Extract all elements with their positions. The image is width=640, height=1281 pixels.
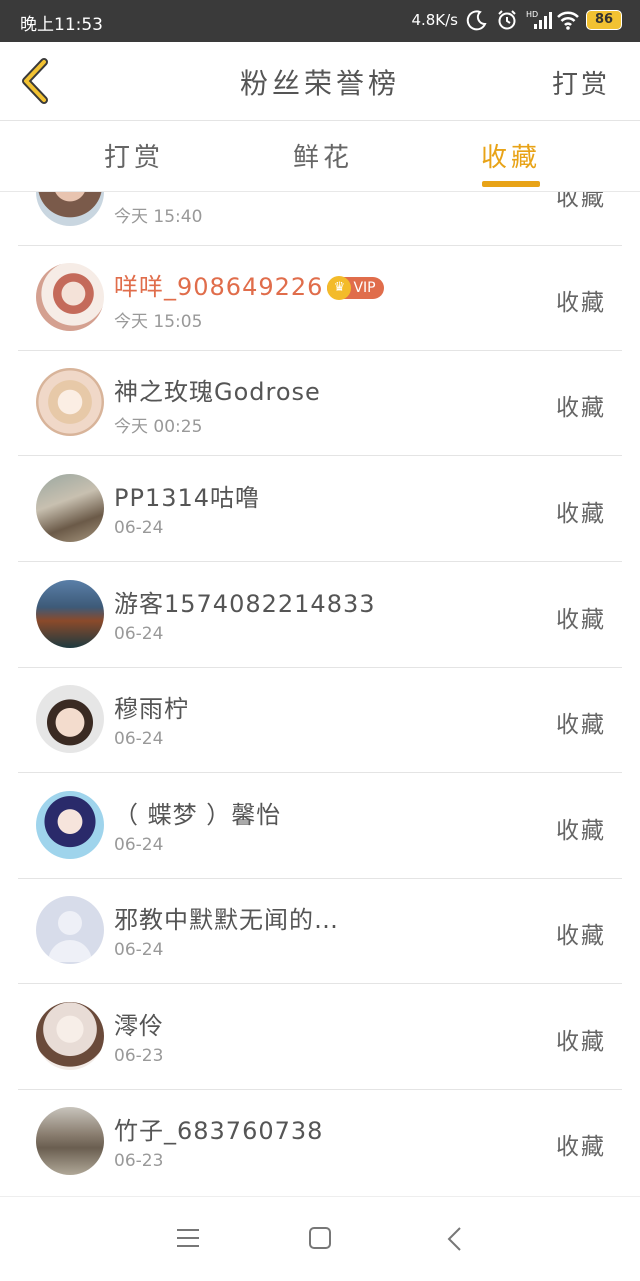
list-item[interactable]: 神之玫瑰Godrose 今天 00:25 收藏 [18,350,622,456]
item-date: 06-24 [114,835,164,855]
list-item[interactable]: （ 蝶梦 ）馨怡 06-24 收藏 [18,773,622,879]
avatar[interactable] [36,474,104,542]
item-action: 收藏 [556,290,606,316]
item-action: 收藏 [556,712,606,738]
avatar[interactable] [36,580,104,648]
user-name: 咩咩_908649226 ♛ VIP [114,267,384,302]
battery-icon: 86 [586,10,622,30]
fan-list: 今天 15:40 收藏 咩咩_908649226 ♛ VIP 今天 15:05 收藏… [0,192,640,1194]
avatar[interactable] [36,192,104,226]
user-name: PP1314咕噜 [114,484,261,512]
alarm-icon [496,9,518,31]
active-tab-indicator [482,181,540,187]
list-item[interactable]: PP1314咕噜 06-24 收藏 [18,456,622,562]
svg-text:HD: HD [526,10,538,19]
avatar[interactable] [36,1107,104,1175]
system-nav-bar [0,1196,640,1281]
list-item[interactable]: 穆雨柠 06-24 收藏 [18,667,622,773]
user-name: 穆雨柠 [114,695,189,723]
item-action: 收藏 [556,607,606,633]
status-time: 晚上11:53 [20,15,103,35]
item-date: 06-24 [114,624,164,644]
user-name: 游客1574082214833 [114,590,376,618]
menu-icon[interactable] [176,1227,200,1249]
user-name: 竹子_683760738 [114,1117,324,1145]
item-date: 06-24 [114,729,164,749]
wifi-icon [556,9,579,31]
tip-button[interactable]: 打赏 [552,64,610,101]
item-date: 06-23 [114,1046,164,1066]
crown-icon: ♛ [327,276,352,300]
item-date: 06-24 [114,940,164,960]
tab-favorites[interactable]: 收藏 [481,137,541,174]
tab-bar: 打赏 鲜花 收藏 [0,121,640,192]
item-action: 收藏 [556,818,606,844]
moon-icon [466,9,488,31]
item-date: 今天 00:25 [114,417,203,437]
list-item[interactable]: 邪教中默默无闻的… 06-24 收藏 [18,878,622,984]
user-name: 神之玫瑰Godrose [114,378,321,406]
page-title: 粉丝荣誉榜 [239,67,400,100]
app-header: 粉丝荣誉榜 打赏 [0,42,640,121]
item-action: 收藏 [556,192,606,211]
item-date: 06-23 [114,1151,164,1171]
list-item[interactable]: 澪伶 06-23 收藏 [18,984,622,1090]
user-name: 澪伶 [114,1012,164,1040]
avatar[interactable] [36,791,104,859]
status-bar: 晚上11:53 4.8K/s HD 86 [0,0,640,42]
item-action: 收藏 [556,395,606,421]
avatar[interactable] [36,263,104,331]
item-action: 收藏 [556,923,606,949]
vip-badge-label: VIP [353,280,376,296]
user-name-text: 咩咩_908649226 [114,273,324,301]
back-triangle-icon[interactable] [446,1226,462,1252]
avatar[interactable] [36,1002,104,1070]
hd-signal-icon: HD [526,9,552,31]
item-date: 今天 15:05 [114,312,203,332]
avatar[interactable] [36,685,104,753]
item-action: 收藏 [556,501,606,527]
network-speed: 4.8K/s [411,11,458,29]
home-square-icon[interactable] [308,1226,332,1250]
default-avatar-icon[interactable] [36,896,104,964]
list-item[interactable]: 今天 15:40 收藏 [18,192,622,246]
list-item[interactable]: 游客1574082214833 06-24 收藏 [18,562,622,668]
tab-flowers[interactable]: 鲜花 [293,137,353,174]
item-action: 收藏 [556,1134,606,1160]
user-name: 邪教中默默无闻的… [114,906,339,934]
item-date: 06-24 [114,518,164,538]
vip-badge: ♛ VIP [327,276,384,300]
user-name: （ 蝶梦 ）馨怡 [114,801,282,829]
item-date: 今天 15:40 [114,207,203,227]
avatar[interactable] [36,368,104,436]
item-action: 收藏 [556,1029,606,1055]
list-item[interactable]: 咩咩_908649226 ♛ VIP 今天 15:05 收藏 [18,245,622,351]
list-item[interactable]: 竹子_683760738 06-23 收藏 [18,1089,622,1194]
tab-tip[interactable]: 打赏 [104,137,164,174]
status-right: 4.8K/s HD 86 [411,9,622,31]
